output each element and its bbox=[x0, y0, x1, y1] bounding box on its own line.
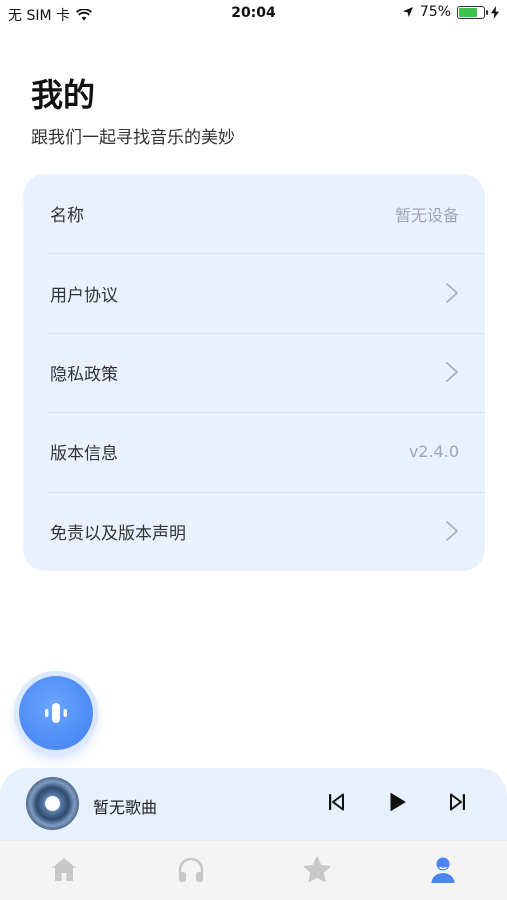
chevron-right-icon bbox=[446, 521, 458, 542]
battery-fill bbox=[459, 7, 477, 17]
row-value: 暂无设备 bbox=[394, 205, 459, 225]
album-cover[interactable] bbox=[26, 777, 79, 830]
settings-row-version[interactable]: 版本信息 v2.4.0 bbox=[23, 412, 485, 491]
mini-player[interactable]: 暂无歌曲 bbox=[0, 768, 507, 848]
next-icon[interactable] bbox=[446, 790, 470, 814]
row-label: 免责以及版本声明 bbox=[50, 523, 186, 544]
tab-headphones[interactable] bbox=[176, 855, 206, 885]
status-bar: 无 SIM 卡 20:04 75% bbox=[0, 0, 507, 28]
settings-row-privacy-policy[interactable]: 隐私政策 bbox=[23, 332, 485, 412]
star-icon bbox=[303, 856, 331, 883]
settings-card: 名称 暂无设备 用户协议 隐私政策 版本信息 v2.4.0 免责以及版本声明 bbox=[23, 174, 485, 571]
play-icon[interactable] bbox=[385, 790, 409, 814]
tab-profile[interactable] bbox=[428, 855, 458, 885]
headphones-icon bbox=[178, 857, 204, 882]
chevron-right-icon bbox=[446, 362, 458, 383]
settings-row-name[interactable]: 名称 暂无设备 bbox=[23, 174, 485, 253]
page-subtitle: 跟我们一起寻找音乐的美妙 bbox=[31, 128, 235, 148]
page-title: 我的 bbox=[31, 76, 96, 114]
home-icon bbox=[52, 858, 76, 881]
tab-bar bbox=[0, 840, 507, 900]
row-label: 隐私政策 bbox=[50, 364, 118, 385]
row-label: 名称 bbox=[50, 206, 84, 227]
status-right: 75% bbox=[402, 4, 499, 20]
battery-percent: 75% bbox=[419, 4, 451, 20]
settings-row-disclaimer[interactable]: 免责以及版本声明 bbox=[23, 491, 485, 571]
chevron-right-icon bbox=[446, 283, 458, 303]
tab-favorites[interactable] bbox=[302, 855, 332, 885]
battery-icon bbox=[457, 5, 488, 19]
tab-home[interactable] bbox=[49, 855, 79, 885]
settings-row-user-agreement[interactable]: 用户协议 bbox=[23, 253, 485, 332]
previous-icon[interactable] bbox=[324, 790, 348, 814]
voice-button[interactable] bbox=[19, 676, 93, 750]
user-icon bbox=[431, 857, 455, 883]
row-label: 用户协议 bbox=[50, 285, 118, 306]
row-value: v2.4.0 bbox=[408, 442, 459, 462]
charging-bolt-icon bbox=[491, 5, 499, 19]
row-label: 版本信息 bbox=[50, 444, 118, 465]
location-arrow-icon bbox=[402, 7, 413, 17]
song-title: 暂无歌曲 bbox=[93, 798, 158, 817]
microphone-icon bbox=[45, 703, 67, 723]
